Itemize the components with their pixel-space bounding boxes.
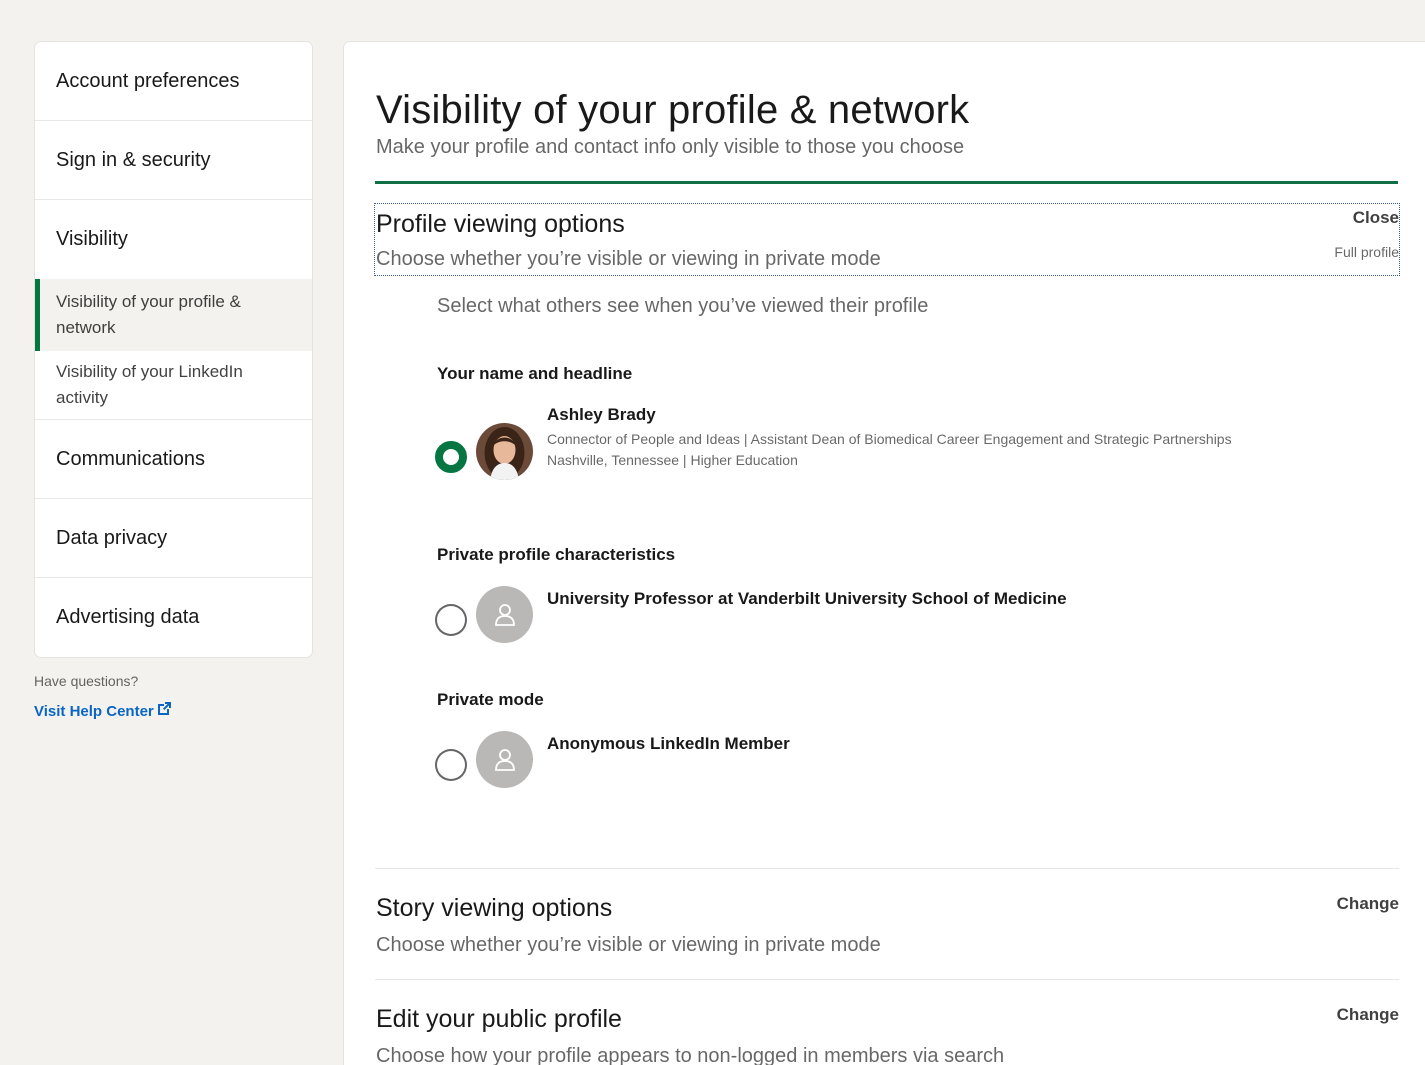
public-profile-header[interactable]: Edit your public profile Choose how your… xyxy=(375,999,1399,1065)
sidebar-item-label: Visibility xyxy=(56,228,128,250)
sidebar-subitem-profile-network[interactable]: Visibility of your profile & network xyxy=(35,279,312,351)
section-title: Story viewing options xyxy=(376,894,613,922)
help-box: Have questions? Visit Help Center xyxy=(34,673,172,721)
sidebar-item-data-privacy[interactable]: Data privacy xyxy=(35,499,312,578)
current-setting-value: Full profile xyxy=(1334,244,1399,260)
radio-private-characteristics[interactable] xyxy=(435,604,467,636)
option-label-private-characteristics: Private profile characteristics xyxy=(437,545,676,564)
page-title: Visibility of your profile & network xyxy=(376,88,970,132)
sidebar-item-communications[interactable]: Communications xyxy=(35,420,312,499)
help-question: Have questions? xyxy=(34,673,139,689)
help-center-link-label: Visit Help Center xyxy=(34,703,154,720)
avatar-placeholder xyxy=(476,586,533,643)
avatar-placeholder xyxy=(476,731,533,788)
title-divider xyxy=(375,181,1398,184)
sidebar-subitem-label: Visibility of your LinkedIn activity xyxy=(56,362,243,407)
help-center-link[interactable]: Visit Help Center xyxy=(34,701,172,720)
section-divider xyxy=(375,979,1399,980)
page-subtitle: Make your profile and contact info only … xyxy=(376,136,965,158)
sidebar-item-label: Communications xyxy=(56,447,205,470)
person-icon xyxy=(494,748,515,771)
sidebar-item-label: Advertising data xyxy=(56,606,200,628)
sidebar-subitem-label: Visibility of your profile & network xyxy=(56,292,241,337)
option-name: Ashley Brady xyxy=(547,405,656,424)
person-icon xyxy=(494,603,515,626)
option-location: Nashville, Tennessee | Higher Education xyxy=(547,452,798,468)
section-divider xyxy=(375,868,1399,869)
change-button[interactable]: Change xyxy=(1337,1005,1399,1025)
radio-private-mode[interactable] xyxy=(435,749,467,781)
sidebar-item-advertising-data[interactable]: Advertising data xyxy=(35,578,312,657)
radio-name-headline[interactable] xyxy=(435,441,467,473)
sidebar-item-account-preferences[interactable]: Account preferences xyxy=(35,42,312,121)
option-label-private-mode: Private mode xyxy=(437,690,544,709)
story-viewing-options-header[interactable]: Story viewing options Choose whether you… xyxy=(375,888,1399,968)
option-prompt: Select what others see when you’ve viewe… xyxy=(437,295,929,317)
avatar xyxy=(476,423,533,480)
change-button[interactable]: Change xyxy=(1337,894,1399,914)
external-link-icon xyxy=(157,701,171,715)
sidebar-item-label: Data privacy xyxy=(56,526,168,549)
main-card: Visibility of your profile & network Mak… xyxy=(344,42,1425,1065)
option-name: Anonymous LinkedIn Member xyxy=(547,734,790,753)
option-name: University Professor at Vanderbilt Unive… xyxy=(547,589,1067,608)
sidebar-item-sign-in-security[interactable]: Sign in & security xyxy=(35,121,312,200)
section-title: Edit your public profile xyxy=(376,1005,622,1033)
section-title: Profile viewing options xyxy=(376,210,625,238)
option-label-name-headline: Your name and headline xyxy=(437,364,633,383)
section-description: Choose how your profile appears to non-l… xyxy=(376,1045,1005,1065)
sidebar-subitem-linkedin-activity[interactable]: Visibility of your LinkedIn activity xyxy=(35,351,312,419)
sidebar-item-visibility[interactable]: Visibility xyxy=(35,200,312,279)
close-button[interactable]: Close xyxy=(1353,208,1399,228)
section-description: Choose whether you’re visible or viewing… xyxy=(376,248,881,270)
visibility-subnav: Visibility of your profile & network Vis… xyxy=(35,279,312,420)
sidebar-item-label: Sign in & security xyxy=(56,148,211,171)
sidebar-item-label: Account preferences xyxy=(56,69,240,92)
profile-photo-icon xyxy=(476,423,533,480)
option-headline: Connector of People and Ideas | Assistan… xyxy=(547,431,1232,447)
section-description: Choose whether you’re visible or viewing… xyxy=(376,934,881,956)
profile-viewing-options-header[interactable]: Profile viewing options Choose whether y… xyxy=(374,203,1400,276)
settings-sidebar: Account preferences Sign in & security V… xyxy=(35,42,312,657)
